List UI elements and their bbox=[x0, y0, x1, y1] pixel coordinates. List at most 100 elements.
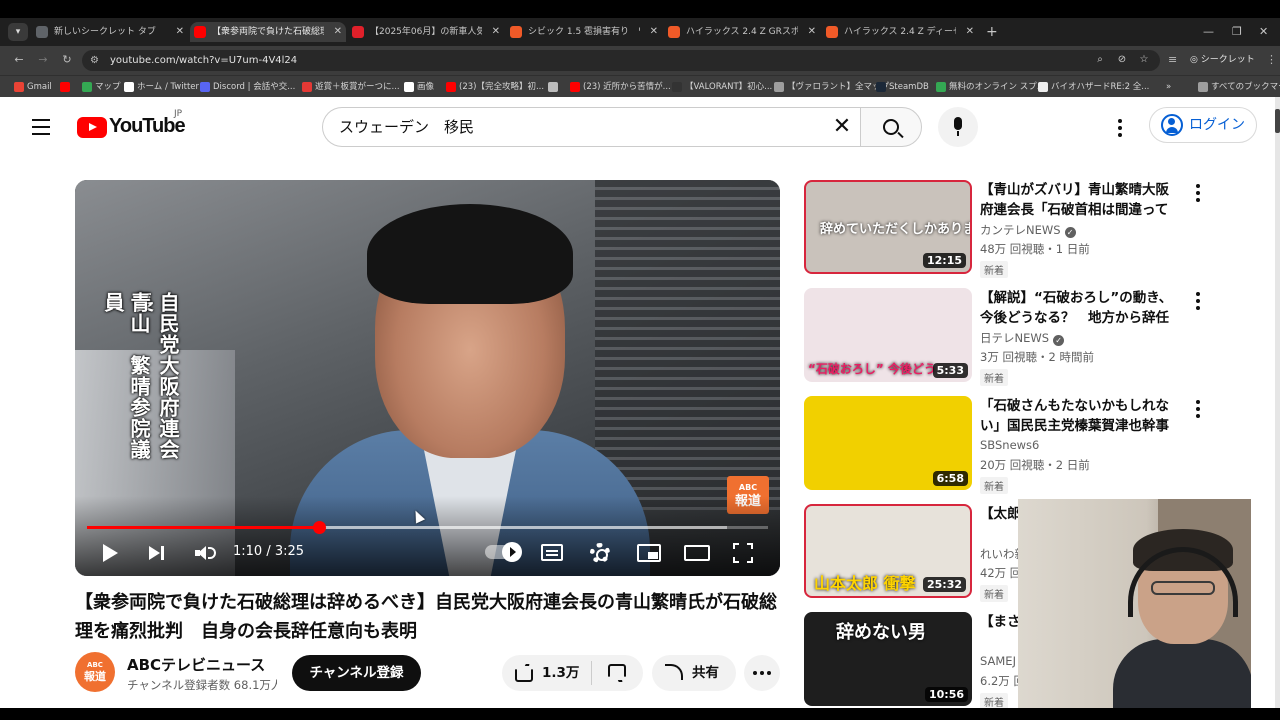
tab-search-button[interactable]: ▾ bbox=[8, 23, 28, 41]
channel-avatar[interactable]: ABC 報道 bbox=[75, 652, 115, 692]
theater-mode-icon[interactable] bbox=[684, 545, 710, 561]
next-icon[interactable] bbox=[149, 546, 167, 560]
close-window-icon[interactable]: ✕ bbox=[1259, 22, 1268, 42]
bookmark-item[interactable]: (23) 近所から苦情が... bbox=[570, 79, 671, 95]
close-tab-icon[interactable]: ✕ bbox=[176, 22, 184, 42]
close-tab-icon[interactable]: ✕ bbox=[966, 22, 974, 42]
star-icon[interactable]: ☆ bbox=[1136, 52, 1152, 68]
miniplayer-icon[interactable] bbox=[637, 544, 661, 562]
bookmark-label: 無料のオンライン スプ... bbox=[949, 82, 1045, 92]
new-badge: 新着 bbox=[980, 477, 1008, 494]
recommended-title[interactable]: 【解説】“石破おろし”の動き、今後どうなる？ 地方から辞任要求 bbox=[980, 288, 1180, 328]
bookmark-item[interactable]: 【VALORANT】初心... bbox=[672, 79, 772, 95]
browser-tab[interactable]: ハイラックス 2.4 Z GRスポーツ ディー ✕ bbox=[664, 22, 820, 42]
bookmark-item[interactable] bbox=[60, 79, 73, 95]
recommended-video[interactable]: 6:58 「石破さんもたないかもしれない」国民民主党榛葉賀津也幹事長 SBSnews… bbox=[804, 396, 1214, 494]
favicon-icon bbox=[352, 26, 364, 38]
site-info-icon[interactable]: ⚙ bbox=[90, 53, 99, 68]
incognito-indicator[interactable]: ◎ シークレット bbox=[1190, 50, 1256, 71]
login-button[interactable]: ログイン bbox=[1149, 107, 1257, 143]
bookmark-favicon-icon bbox=[548, 82, 558, 92]
new-tab-button[interactable]: + bbox=[986, 22, 1002, 42]
account-icon bbox=[1161, 114, 1183, 136]
menu-icon[interactable] bbox=[32, 119, 52, 135]
restore-icon[interactable]: ❐ bbox=[1232, 22, 1242, 42]
play-icon[interactable] bbox=[103, 544, 118, 562]
zoom-icon[interactable]: ⌕ bbox=[1092, 52, 1108, 68]
bookmark-item[interactable]: 遊賞＋板賞がーつに... bbox=[302, 79, 400, 95]
omnibox[interactable]: ⚙ youtube.com/watch?v=U7um-4V4l24 ⌕ ⊘ ☆ bbox=[82, 50, 1160, 71]
share-button[interactable]: 共有 bbox=[652, 655, 736, 691]
bookmark-item[interactable] bbox=[548, 79, 561, 95]
fullscreen-icon[interactable] bbox=[733, 543, 753, 563]
bookmark-label: (23) 近所から苦情が... bbox=[583, 82, 671, 92]
close-tab-icon[interactable]: ✕ bbox=[808, 22, 816, 42]
video-thumbnail[interactable]: 辞めない男 10:56 bbox=[804, 612, 972, 706]
video-menu-kebab-icon[interactable] bbox=[1196, 184, 1200, 205]
video-thumbnail[interactable]: 辞めていただくしかありません 12:15 bbox=[804, 180, 972, 274]
reload-icon[interactable]: ↻ bbox=[58, 51, 76, 69]
recommended-title[interactable]: 【青山がズバリ】青山繁晴大阪府連会長「石破首相は間違っている」 bbox=[980, 180, 1180, 220]
bookmark-favicon-icon bbox=[200, 82, 210, 92]
browser-tab[interactable]: 新しいシークレット タブ ✕ bbox=[32, 22, 188, 42]
bookmark-item[interactable]: ホーム / Twitter bbox=[124, 79, 199, 95]
video-thumbnail[interactable]: 山本太郎 衝撃 25:32 bbox=[804, 504, 972, 598]
recommended-title[interactable]: 「石破さんもたないかもしれない」国民民主党榛葉賀津也幹事長 bbox=[980, 396, 1180, 436]
subtitles-icon[interactable] bbox=[541, 544, 563, 561]
progress-bar[interactable] bbox=[87, 521, 768, 534]
more-actions-button[interactable] bbox=[744, 655, 780, 691]
bookmark-favicon-icon bbox=[570, 82, 580, 92]
browser-tab[interactable]: 【2025年06月】の新車人気ランキ ✕ bbox=[348, 22, 504, 42]
bookmarks-overflow-icon[interactable]: » bbox=[1166, 79, 1171, 95]
subscribe-button[interactable]: チャンネル登録 bbox=[292, 655, 421, 691]
eye-off-icon[interactable]: ⊘ bbox=[1114, 52, 1130, 68]
settings-gear-icon[interactable] bbox=[590, 543, 610, 563]
recommended-video[interactable]: 辞めていただくしかありません 12:15 【青山がズバリ】青山繁晴大阪府連会長「石破… bbox=[804, 180, 1214, 278]
bookmark-item[interactable]: マップ bbox=[82, 79, 121, 95]
recommended-channel[interactable]: カンテレNEWS ✓ bbox=[980, 222, 1180, 238]
autoplay-toggle[interactable] bbox=[485, 542, 522, 562]
bookmark-item[interactable]: 画像 bbox=[404, 79, 434, 95]
page-scrollbar[interactable] bbox=[1275, 97, 1280, 708]
back-icon[interactable]: ← bbox=[10, 51, 28, 69]
recommended-channel[interactable]: SBSnews6 bbox=[980, 438, 1180, 452]
video-thumbnail[interactable]: 6:58 bbox=[804, 396, 972, 490]
video-menu-kebab-icon[interactable] bbox=[1196, 292, 1200, 313]
browser-tab[interactable]: ハイラックス 2.4 Z ディーゼルターボ 4 ✕ bbox=[822, 22, 978, 42]
bookmark-label: (23)【完全攻略】初... bbox=[459, 82, 545, 92]
bookmark-item[interactable]: Gmail bbox=[14, 79, 52, 95]
browser-tab[interactable]: シビック 1.5 雹損害有り ワンオー ✕ bbox=[506, 22, 662, 42]
tab-list-icon[interactable]: ≡ bbox=[1168, 51, 1177, 69]
close-tab-icon[interactable]: ✕ bbox=[650, 22, 658, 42]
all-bookmarks[interactable]: すべてのブックマーク bbox=[1198, 79, 1280, 95]
browser-tab[interactable]: 【衆参両院で負けた石破総理は辞 ✕ bbox=[190, 22, 346, 42]
thumbnail-text: 辞めない男 bbox=[836, 622, 926, 643]
new-badge: 新着 bbox=[980, 369, 1008, 386]
recommended-channel[interactable]: 日テレNEWS ✓ bbox=[980, 330, 1180, 346]
dislike-icon[interactable] bbox=[608, 664, 626, 682]
bookmark-item[interactable]: 無料のオンライン スプ... bbox=[936, 79, 1045, 95]
bookmark-item[interactable]: SteamDB bbox=[876, 79, 929, 95]
like-count[interactable]: 1.3万 bbox=[542, 655, 579, 691]
minimize-icon[interactable]: — bbox=[1203, 22, 1214, 42]
like-icon[interactable] bbox=[515, 664, 533, 682]
search-button[interactable] bbox=[860, 107, 922, 147]
clear-search-icon[interactable]: ✕ bbox=[828, 114, 856, 142]
folder-icon bbox=[1198, 82, 1208, 92]
bookmark-item[interactable]: バイオハザードRE:2 全... bbox=[1038, 79, 1149, 95]
browser-menu-icon[interactable]: ⋮ bbox=[1266, 51, 1277, 69]
bookmark-item[interactable]: Discord | 会話や交... bbox=[200, 79, 295, 95]
channel-name[interactable]: ABCテレビニュース bbox=[127, 654, 277, 675]
recommended-video[interactable]: “石破おろし” 今後どう 5:33 【解説】“石破おろし”の動き、今後どうなる？ 地… bbox=[804, 288, 1214, 386]
close-tab-icon[interactable]: ✕ bbox=[334, 22, 342, 42]
settings-kebab-icon[interactable] bbox=[1118, 119, 1122, 140]
close-tab-icon[interactable]: ✕ bbox=[492, 22, 500, 42]
voice-search-button[interactable] bbox=[938, 107, 978, 147]
video-player[interactable]: 自民党大阪府連会長 青山 繁晴参院議員 ABC報道 1:10 / 3:25 bbox=[75, 180, 780, 576]
search-input[interactable]: スウェーデン 移民 ✕ bbox=[322, 107, 860, 147]
forward-icon[interactable]: → bbox=[34, 51, 52, 69]
video-thumbnail[interactable]: “石破おろし” 今後どう 5:33 bbox=[804, 288, 972, 382]
bookmark-item[interactable]: (23)【完全攻略】初... bbox=[446, 79, 544, 95]
video-duration: 25:32 bbox=[922, 577, 966, 592]
video-menu-kebab-icon[interactable] bbox=[1196, 400, 1200, 421]
